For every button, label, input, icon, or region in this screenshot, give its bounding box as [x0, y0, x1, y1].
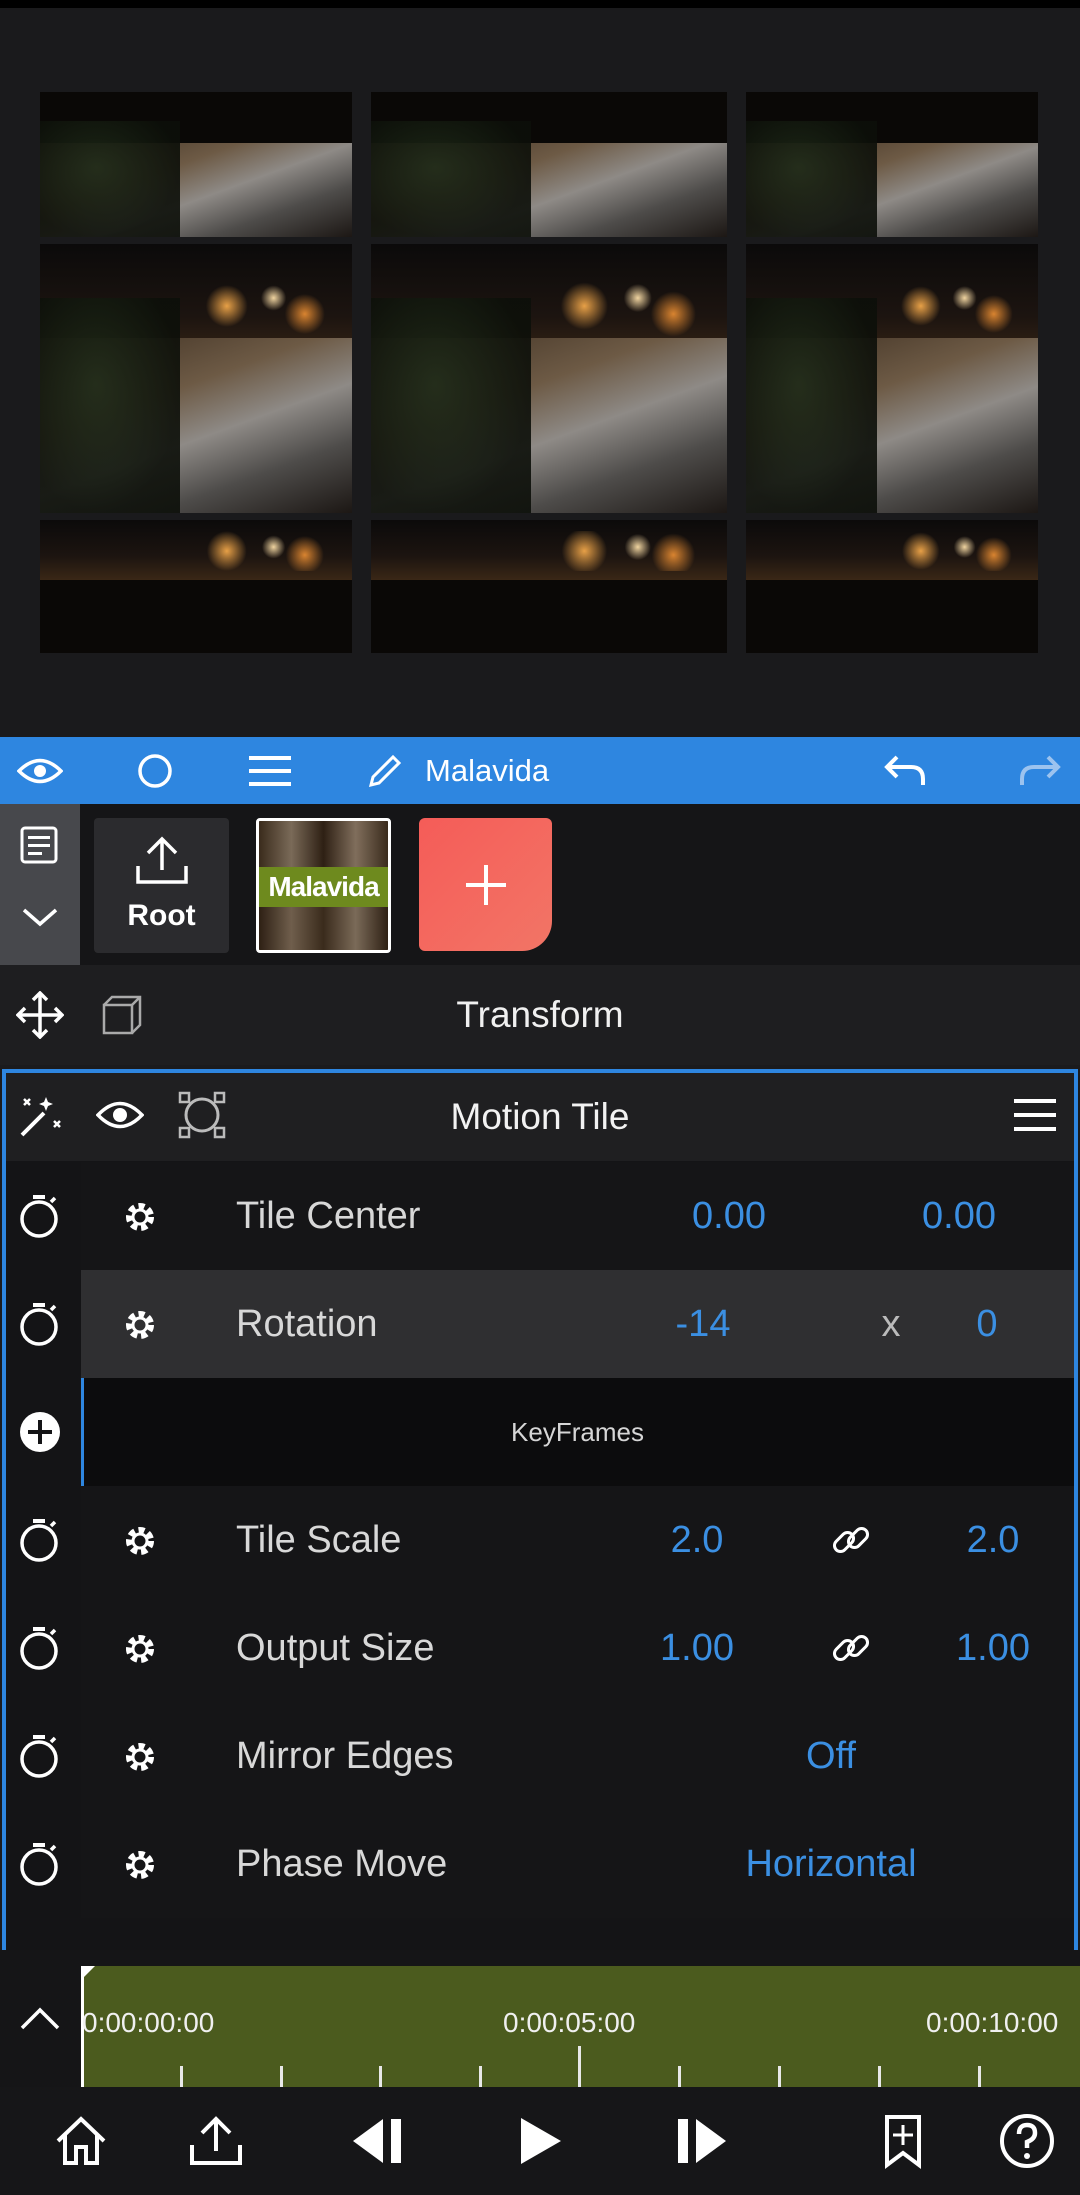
pencil-icon[interactable]: [358, 737, 412, 804]
help-icon[interactable]: [977, 2087, 1077, 2195]
preview-tile: [746, 244, 1038, 513]
menu-icon[interactable]: [1014, 1096, 1056, 1134]
stopwatch-icon[interactable]: [15, 1732, 63, 1780]
param-label: Tile Scale: [236, 1519, 402, 1561]
preview-tile: [371, 244, 727, 513]
link-icon[interactable]: [829, 1626, 873, 1670]
plus-icon: [465, 864, 506, 905]
layer-panel-toggle[interactable]: [0, 804, 80, 965]
keyframes-label: KeyFrames: [511, 1417, 644, 1447]
param-value-select[interactable]: Horizontal: [701, 1810, 961, 1918]
param-value-height[interactable]: 1.00: [933, 1594, 1053, 1702]
param-row-output-size[interactable]: Output Size 1.00 1.00: [81, 1594, 1074, 1702]
circle-icon[interactable]: [125, 737, 185, 804]
param-value-x[interactable]: 0.00: [659, 1162, 799, 1270]
eye-icon[interactable]: [10, 737, 70, 804]
param-row-tile-center[interactable]: Tile Center 0.00 0.00: [81, 1162, 1074, 1270]
chevron-up-icon[interactable]: [18, 2004, 62, 2034]
share-icon[interactable]: [166, 2087, 266, 2195]
param-label: Phase Move: [236, 1843, 448, 1885]
param-label: Output Size: [236, 1627, 435, 1669]
stopwatch-icon[interactable]: [15, 1192, 63, 1240]
video-preview[interactable]: [0, 8, 1080, 737]
param-label: Rotation: [236, 1303, 378, 1345]
bookmark-icon[interactable]: [853, 2087, 953, 2195]
param-separator: x: [881, 1303, 901, 1345]
param-row-phase-move[interactable]: Phase Move Horizontal: [81, 1810, 1074, 1918]
step-back-icon[interactable]: [328, 2087, 428, 2195]
preview-tile: [371, 520, 727, 653]
gear-icon[interactable]: [119, 1736, 161, 1778]
chevron-down-icon: [22, 908, 58, 927]
undo-icon[interactable]: [875, 737, 935, 804]
preview-tile: [40, 92, 352, 237]
param-value-width[interactable]: 1.00: [627, 1594, 767, 1702]
timecode-label: 0:00:05:00: [503, 2007, 636, 2038]
top-toolbar: Malavida: [0, 737, 1080, 804]
param-row-tile-scale[interactable]: Tile Scale 2.0 2.0: [81, 1486, 1074, 1594]
gear-icon[interactable]: [119, 1520, 161, 1562]
root-layer-button[interactable]: Root: [94, 818, 229, 953]
param-row-rotation[interactable]: Rotation -14 x 0: [81, 1270, 1074, 1378]
stopwatch-icon[interactable]: [15, 1840, 63, 1888]
redo-icon[interactable]: [1010, 737, 1070, 804]
thumb-image-top: [259, 821, 388, 867]
project-title[interactable]: Malavida: [425, 737, 549, 804]
timeline-tick: [978, 2066, 981, 2087]
add-layer-button[interactable]: [419, 818, 552, 951]
root-label: Root: [127, 899, 196, 932]
stopwatch-icon[interactable]: [15, 1624, 63, 1672]
param-label: Mirror Edges: [236, 1735, 454, 1777]
gear-icon[interactable]: [119, 1844, 161, 1886]
clip-label: Malavida: [259, 867, 388, 907]
upload-icon: [136, 836, 188, 884]
timecode-label: 0:00:10:00: [926, 2007, 1059, 2038]
timeline-tick: [678, 2066, 681, 2087]
step-forward-icon[interactable]: [651, 2087, 751, 2195]
transform-title: Transform: [456, 994, 624, 1035]
timeline-tick-major: [578, 2046, 581, 2087]
stopwatch-icon[interactable]: [15, 1300, 63, 1348]
timecode-label: 0:00:00:00: [82, 2007, 215, 2038]
preview-tile: [746, 520, 1038, 653]
timeline-tick: [379, 2066, 382, 2087]
timeline-tick: [479, 2066, 482, 2087]
timeline-tick: [878, 2066, 881, 2087]
add-keyframe-icon[interactable]: [18, 1410, 62, 1454]
layer-list-icon: [20, 826, 58, 864]
param-value-y[interactable]: 0.00: [889, 1162, 1029, 1270]
play-icon[interactable]: [490, 2087, 590, 2195]
param-value-toggle[interactable]: Off: [751, 1702, 911, 1810]
thumb-image-bottom: [259, 907, 388, 950]
param-value-degrees[interactable]: 0: [937, 1270, 1037, 1378]
timeline-tick: [778, 2066, 781, 2087]
preview-tile: [40, 520, 352, 653]
status-bar: [0, 0, 1080, 8]
effect-title: Motion Tile: [450, 1096, 630, 1137]
param-value-height[interactable]: 2.0: [933, 1486, 1053, 1594]
timeline-tick: [280, 2066, 283, 2087]
param-value-revolutions[interactable]: -14: [633, 1270, 773, 1378]
param-row-mirror-edges[interactable]: Mirror Edges Off: [81, 1702, 1074, 1810]
gear-icon[interactable]: [119, 1628, 161, 1670]
home-icon[interactable]: [31, 2087, 131, 2195]
timeline-tick: [180, 2066, 183, 2087]
param-label: Tile Center: [236, 1195, 421, 1237]
stopwatch-icon[interactable]: [15, 1516, 63, 1564]
clip-thumbnail[interactable]: Malavida: [256, 818, 391, 953]
gear-icon[interactable]: [119, 1196, 161, 1238]
preview-tile: [40, 244, 352, 513]
preview-tile: [746, 92, 1038, 237]
link-icon[interactable]: [829, 1518, 873, 1562]
gear-icon[interactable]: [119, 1304, 161, 1346]
param-value-width[interactable]: 2.0: [627, 1486, 767, 1594]
menu-icon[interactable]: [240, 737, 300, 804]
preview-tile: [371, 92, 727, 237]
